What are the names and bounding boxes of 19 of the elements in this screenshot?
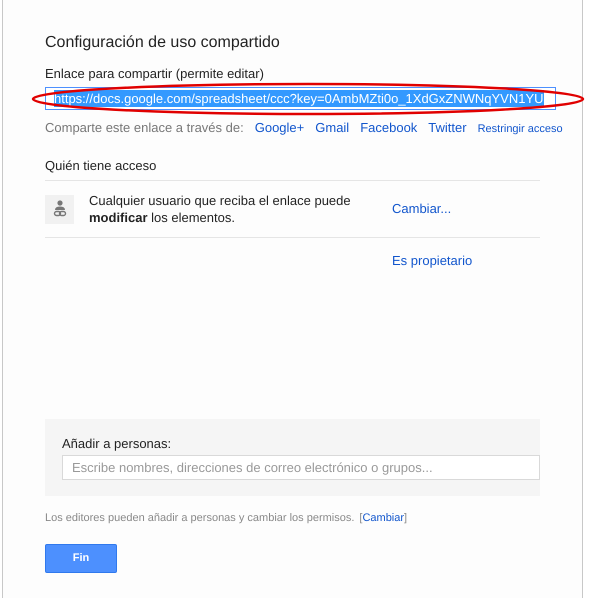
access-change-link[interactable]: Cambiar...: [392, 199, 452, 219]
dialog-title: Configuración de uso compartido: [45, 33, 281, 53]
owner-label[interactable]: Es propietario: [392, 250, 472, 270]
change-permissions-link[interactable]: Cambiar: [362, 510, 404, 526]
bracket-text: [: [359, 511, 362, 526]
permissions-note: Los editores pueden añadir a personas y cambiar los permisos.: [45, 511, 354, 526]
share-link[interactable]: Google+: [254, 118, 304, 138]
person-link-icon: [45, 194, 74, 224]
access-description: Cualquier usuario que reciba el enlace puede modificar los elementos.: [89, 192, 352, 226]
share-via-label: Comparte este enlace a través de:: [45, 119, 244, 137]
share-link[interactable]: Twitter: [428, 118, 467, 138]
restrict-link[interactable]: Restringir acceso: [478, 121, 563, 138]
share-link[interactable]: Gmail: [315, 118, 350, 138]
people-input-field[interactable]: Escribe nombres, direcciones de correo electrónico o grupos...: [62, 455, 540, 480]
field-label: Enlace para compartir (permite editar): [45, 66, 265, 82]
bracket-text: ]: [404, 511, 408, 526]
field-label: Añadir a personas:: [62, 436, 172, 452]
section-heading: Quién tiene acceso: [45, 156, 540, 181]
share-link[interactable]: Facebook: [360, 118, 418, 138]
